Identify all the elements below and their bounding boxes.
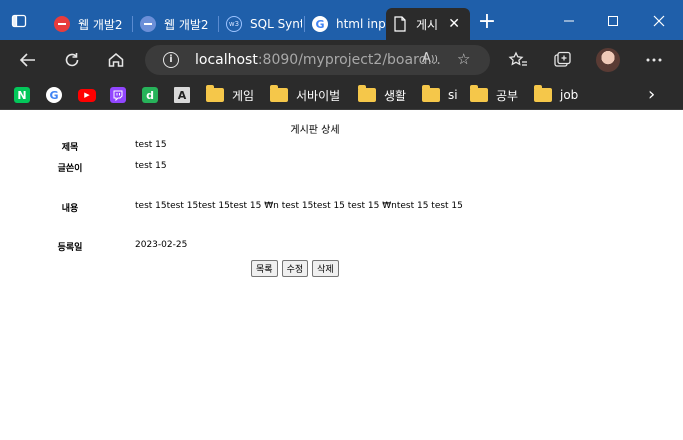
author-label: 글쓴이	[57, 164, 83, 174]
tab-separator	[304, 16, 305, 32]
bookmarks-bar: N G ▶ d A 게임 서바이벌 생활 si 공부 job	[0, 80, 683, 110]
home-icon[interactable]	[104, 49, 128, 71]
bookmark-a-logo[interactable]: A	[174, 85, 190, 105]
bookmark-folder-game[interactable]: 게임	[206, 85, 254, 105]
tab-web-dev-2[interactable]: 웹 개발2	[134, 8, 216, 40]
add-favorite-icon[interactable]: ☆	[457, 50, 470, 68]
bookmark-folder-study[interactable]: 공부	[470, 85, 518, 105]
new-tab-icon[interactable]: +	[476, 11, 498, 34]
content-label: 내용	[61, 204, 79, 214]
minimize-icon[interactable]	[558, 10, 580, 32]
title-value: test 15	[135, 140, 167, 150]
google-icon: G	[46, 87, 62, 103]
google-favicon: G	[312, 16, 328, 32]
date-value: 2023-02-25	[135, 240, 188, 250]
refresh-icon[interactable]	[60, 49, 84, 71]
tab-sql-syntax[interactable]: w3 SQL Synt	[220, 8, 302, 40]
youtube-icon: ▶	[78, 88, 96, 102]
author-value: test 15	[135, 161, 167, 171]
toolbar: i localhost:8090/myproject2/board... A))…	[0, 40, 683, 80]
document-favicon	[392, 16, 408, 32]
page-title: 게시판 상세	[290, 125, 340, 136]
bookmark-folder-survival[interactable]: 서바이벌	[270, 85, 340, 105]
folder-icon	[470, 85, 488, 102]
folder-icon	[270, 85, 288, 102]
title-label: 제목	[61, 143, 79, 153]
site-info-icon[interactable]: i	[163, 52, 179, 68]
close-window-icon[interactable]	[648, 10, 670, 32]
folder-icon	[422, 85, 440, 102]
address-url: localhost:8090/myproject2/board...	[195, 52, 441, 68]
chevron-right-icon[interactable]: ›	[648, 84, 655, 105]
tab-actions-icon[interactable]	[8, 10, 30, 32]
content-value: test 15test 15test 15test 15 ₩n test 15t…	[135, 201, 463, 211]
red-circle-favicon	[54, 16, 70, 32]
more-options-icon[interactable]	[642, 49, 666, 71]
a-logo-icon: A	[174, 87, 190, 103]
bookmark-google[interactable]: G	[46, 85, 62, 105]
date-label: 등록일	[57, 243, 83, 253]
bookmark-folder-life[interactable]: 생활	[358, 85, 406, 105]
profile-avatar[interactable]	[596, 48, 620, 72]
list-button[interactable]: 목록	[251, 260, 278, 277]
folder-icon	[206, 85, 224, 102]
tab-bar: 웹 개발2 웹 개발2 w3 SQL Synt G html inp 게시 ✕ …	[0, 0, 683, 40]
collections-icon[interactable]	[550, 49, 574, 71]
tab-board-detail[interactable]: 게시 ✕	[386, 8, 470, 40]
bookmark-folder-job[interactable]: job	[534, 85, 578, 105]
blue-circle-favicon	[140, 16, 156, 32]
tab-web-dev-1[interactable]: 웹 개발2	[48, 8, 130, 40]
folder-icon	[534, 85, 552, 102]
read-aloud-icon[interactable]: A))	[422, 51, 438, 66]
favorites-icon[interactable]	[506, 49, 530, 71]
tab-html-input[interactable]: G html inp	[306, 8, 386, 40]
action-buttons: 목록 수정 삭제	[251, 260, 339, 277]
bookmark-naver[interactable]: N	[14, 85, 30, 105]
maximize-icon[interactable]	[602, 10, 624, 32]
tab-separator	[218, 16, 219, 32]
naver-icon: N	[14, 87, 30, 103]
tab-separator	[132, 16, 133, 32]
folder-icon	[358, 85, 376, 102]
w3schools-favicon: w3	[226, 16, 242, 32]
bookmark-twitch[interactable]	[110, 85, 126, 105]
close-tab-icon[interactable]: ✕	[446, 16, 462, 32]
daum-icon: d	[142, 87, 158, 103]
bookmark-folder-si[interactable]: si	[422, 85, 458, 105]
address-bar[interactable]: i localhost:8090/myproject2/board... A))…	[145, 45, 490, 75]
page-content: 게시판 상세 제목 test 15 글쓴이 test 15 내용 test 15…	[0, 111, 683, 440]
back-icon[interactable]	[16, 49, 40, 71]
twitch-icon	[110, 87, 126, 103]
bookmark-daum[interactable]: d	[142, 85, 158, 105]
delete-button[interactable]: 삭제	[312, 260, 339, 277]
edit-button[interactable]: 수정	[281, 260, 309, 277]
bookmark-youtube[interactable]: ▶	[78, 85, 96, 105]
